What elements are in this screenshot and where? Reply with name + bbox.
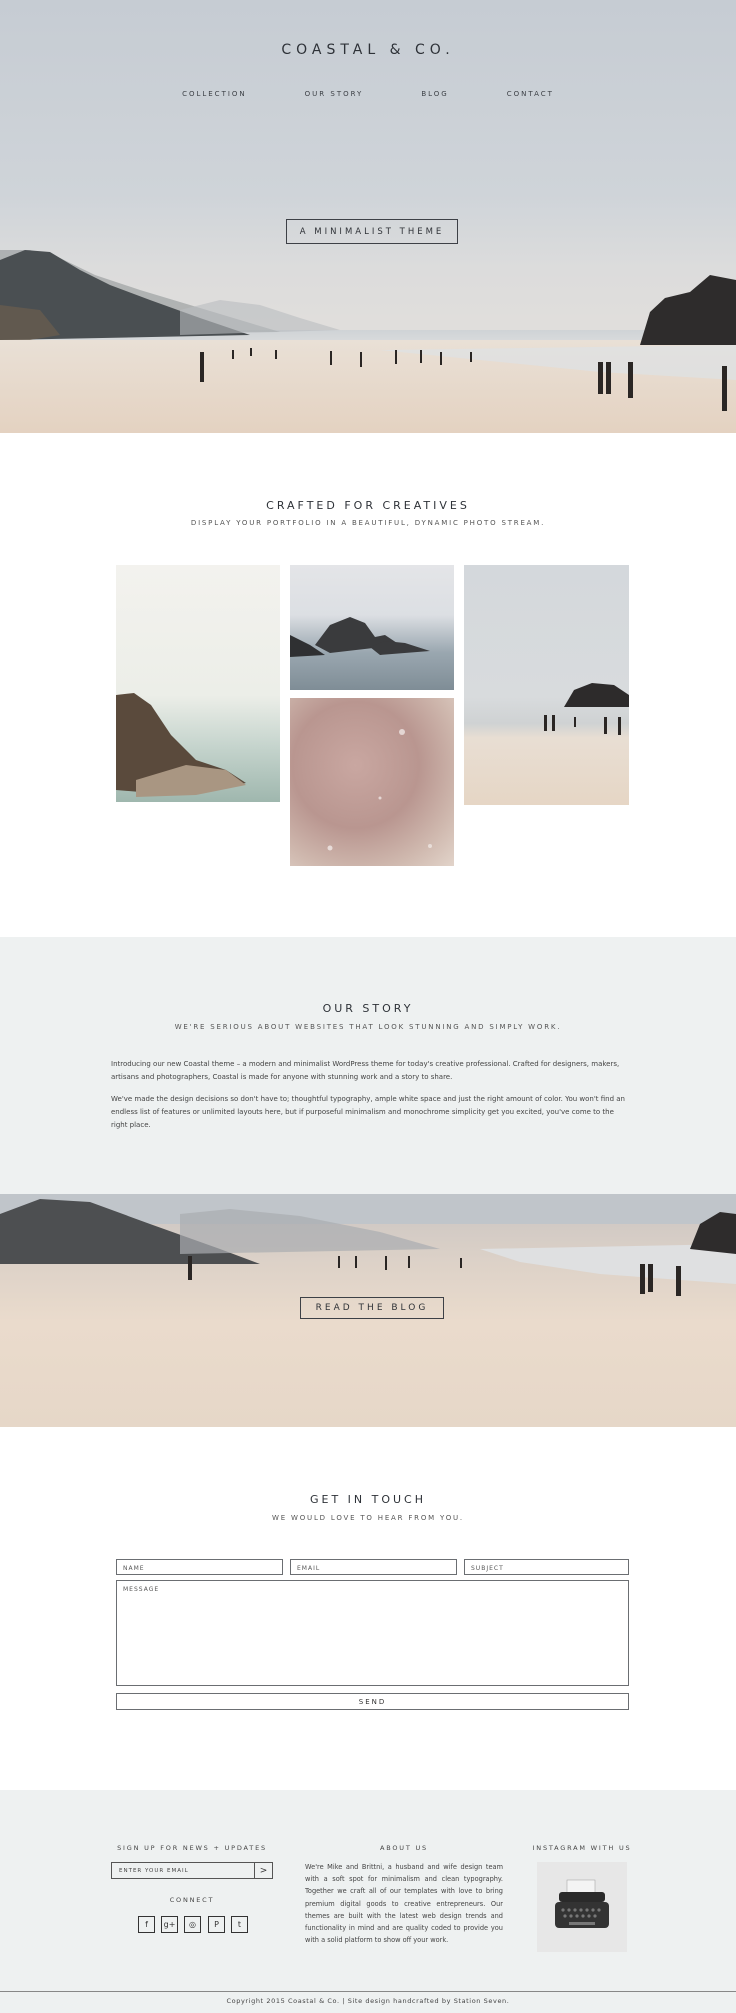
instagram-icon[interactable]: ◎	[184, 1916, 201, 1933]
nav-collection[interactable]: COLLECTION	[182, 90, 247, 98]
about-title: ABOUT US	[380, 1844, 428, 1852]
instagram-photo-typewriter[interactable]	[537, 1862, 627, 1952]
portfolio-subtitle: DISPLAY YOUR PORTFOLIO IN A BEAUTIFUL, D…	[190, 519, 546, 527]
message-field[interactable]: MESSAGE	[116, 1580, 629, 1686]
signup-title: SIGN UP FOR NEWS + UPDATES	[117, 1844, 267, 1852]
hero-beach-photo	[0, 250, 736, 433]
pinterest-icon[interactable]: P	[208, 1916, 225, 1933]
portfolio-photo-sea-rocks[interactable]	[290, 565, 454, 690]
story-paragraph-1: Introducing our new Coastal theme – a mo…	[111, 1060, 620, 1081]
name-field[interactable]: NAME	[116, 1559, 283, 1575]
facebook-icon[interactable]: f	[138, 1916, 155, 1933]
story-paragraph-2: We've made the design decisions so don't…	[111, 1095, 625, 1129]
portfolio-title: CRAFTED FOR CREATIVES	[266, 499, 470, 512]
subject-field[interactable]: SUBJECT	[464, 1559, 629, 1575]
main-nav: COLLECTION OUR STORY BLOG CONTACT	[0, 90, 736, 98]
nav-contact[interactable]: CONTACT	[507, 90, 554, 98]
footer-divider	[0, 1991, 736, 1992]
connect-title: CONNECT	[169, 1896, 215, 1904]
hero-section: COASTAL & CO. COLLECTION OUR STORY BLOG …	[0, 0, 736, 433]
portfolio-photo-rocks[interactable]	[116, 565, 280, 802]
email-field[interactable]: EMAIL	[290, 1559, 457, 1575]
twitter-icon[interactable]: t	[231, 1916, 248, 1933]
hero-button[interactable]: A MINIMALIST THEME	[286, 219, 458, 244]
story-section: OUR STORY WE'RE SERIOUS ABOUT WEBSITES T…	[0, 937, 736, 1194]
send-button[interactable]: SEND	[116, 1693, 629, 1710]
nav-our-story[interactable]: OUR STORY	[305, 90, 364, 98]
story-subtitle: WE'RE SERIOUS ABOUT WEBSITES THAT LOOK S…	[174, 1023, 562, 1031]
nav-blog[interactable]: BLOG	[421, 90, 448, 98]
instagram-title: INSTAGRAM WITH US	[532, 1844, 632, 1852]
contact-title: GET IN TOUCH	[309, 1493, 427, 1506]
blog-banner: READ THE BLOG	[0, 1194, 736, 1427]
site-logo[interactable]: COASTAL & CO.	[0, 42, 736, 58]
contact-subtitle: WE WOULD LOVE TO HEAR FROM YOU.	[272, 1514, 464, 1522]
about-text: We're Mike and Brittni, a husband and wi…	[305, 1863, 503, 1945]
newsletter-email-input[interactable]: ENTER YOUR EMAIL	[112, 1863, 254, 1878]
newsletter-submit-button[interactable]: >	[254, 1863, 272, 1878]
newsletter-form: ENTER YOUR EMAIL >	[111, 1862, 273, 1879]
read-blog-button[interactable]: READ THE BLOG	[300, 1297, 444, 1319]
portfolio-photo-sand-closeup[interactable]	[290, 698, 454, 866]
google-plus-icon[interactable]: g+	[161, 1916, 178, 1933]
story-title: OUR STORY	[322, 1002, 414, 1015]
portfolio-photo-beach-walkers[interactable]	[464, 565, 629, 805]
copyright: Copyright 2015 Coastal & Co. | Site desi…	[226, 1997, 510, 2005]
